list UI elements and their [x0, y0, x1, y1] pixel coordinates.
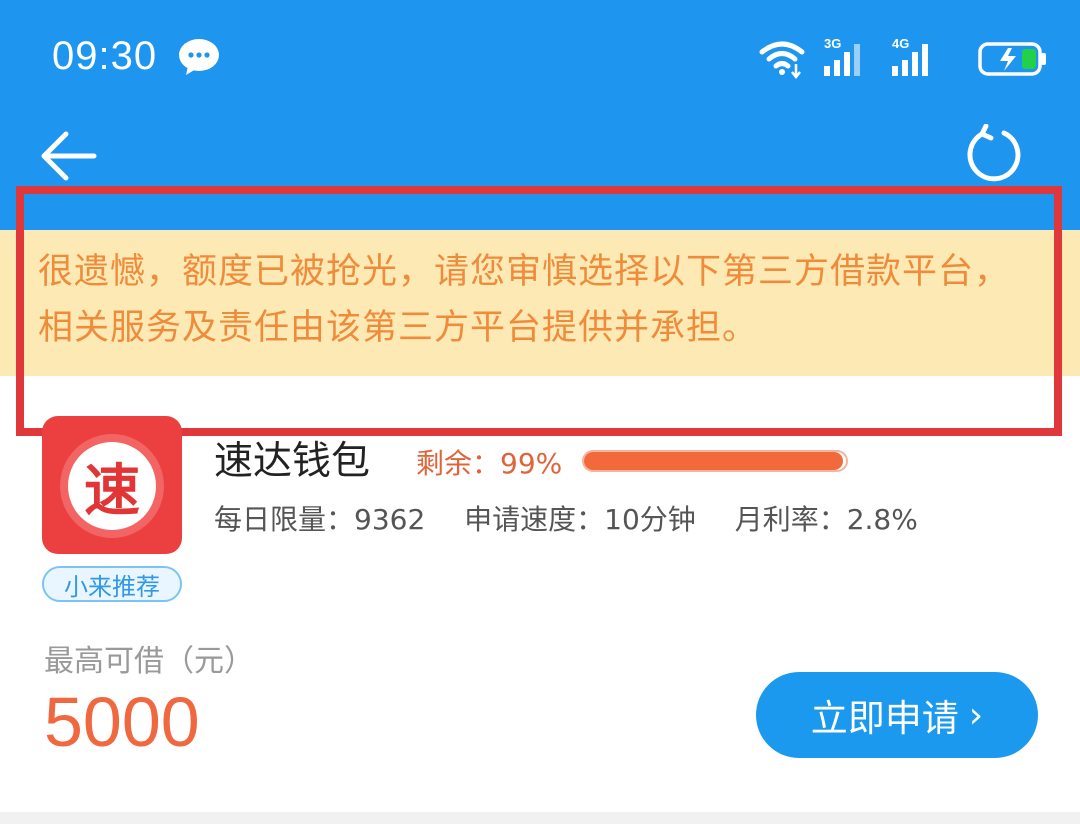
max-amount-label: 最高可借（元）: [44, 644, 254, 679]
app-icon[interactable]: 速: [42, 416, 182, 554]
app-icon-char: 速: [68, 442, 156, 530]
max-amount-value: 5000: [44, 683, 200, 761]
daily-limit: 每日限量：9362: [214, 503, 426, 536]
wifi-icon: [759, 41, 805, 80]
chevron-right-icon: ›: [968, 694, 984, 736]
product-stats: 每日限量：9362 申请速度：10分钟 月利率：2.8%: [214, 498, 948, 538]
apply-now-button[interactable]: 立即申请 ›: [756, 672, 1038, 758]
highlight-frame: [16, 186, 1062, 436]
monthly-rate: 月利率：2.8%: [734, 503, 918, 536]
battery-charging-icon: [978, 42, 1046, 76]
remain-label: 剩余：99%: [416, 447, 563, 480]
remain-progress-bar: [582, 450, 848, 472]
status-time: 09:30: [52, 34, 158, 78]
remain-progress-fill: [584, 452, 844, 470]
bottom-divider: [0, 812, 1080, 824]
apply-speed: 申请速度：10分钟: [464, 503, 696, 536]
signal-4g-icon: [892, 44, 928, 76]
chat-bubble-icon: [178, 38, 220, 80]
product-name: 速达钱包: [214, 439, 371, 484]
refresh-icon[interactable]: [964, 123, 1026, 190]
back-arrow-icon[interactable]: [38, 128, 98, 188]
signal-3g-icon: [824, 44, 860, 76]
apply-now-label: 立即申请: [810, 697, 959, 740]
status-icons: 3G 4G: [750, 34, 1080, 84]
recommend-tag: 小来推荐: [42, 566, 182, 602]
